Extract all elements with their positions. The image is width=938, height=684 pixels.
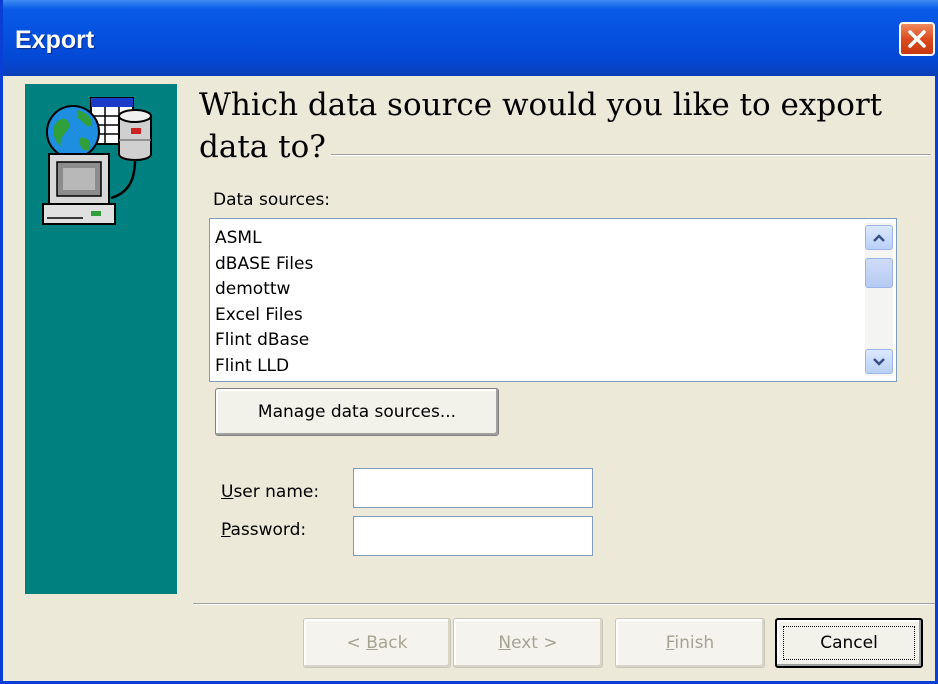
user-name-accel: U [221,482,234,502]
back-button[interactable]: < Back [303,618,451,668]
data-sources-list: ASML dBASE Files demottw Excel Files Fli… [215,226,313,379]
data-sources-label: Data sources: [213,190,331,210]
scroll-thumb[interactable] [865,258,893,288]
password-accel: P [221,520,231,540]
list-item[interactable]: Flint dBase [215,328,313,354]
cancel-button[interactable]: Cancel [775,618,923,668]
scroll-down-button[interactable] [865,349,893,374]
chevron-up-icon [873,234,885,242]
finish-label: inish [674,633,715,653]
list-item[interactable]: demottw [215,277,313,303]
export-dialog: Export Which data source would you like … [0,0,938,684]
next-button[interactable]: Next > [453,618,603,668]
button-separator [193,603,935,605]
back-label: ack [377,633,408,653]
close-button[interactable] [899,22,935,56]
cancel-label: Cancel [820,633,878,653]
list-item[interactable]: Flint LLD [215,354,313,380]
window-title: Export [15,26,95,54]
back-prefix: < [346,633,367,653]
next-label: ext > [511,633,558,653]
finish-button[interactable]: Finish [615,618,765,668]
heading-divider [331,154,931,156]
data-sources-listbox[interactable]: ASML dBASE Files demottw Excel Files Fli… [209,218,897,382]
computer-network-database-icon [42,97,152,225]
user-name-label-text: ser name: [233,482,320,502]
user-name-input[interactable] [353,468,593,508]
password-label: Password: [221,520,306,540]
back-accel: B [366,633,378,653]
list-item[interactable]: Excel Files [215,303,313,329]
vertical-scrollbar[interactable] [865,223,893,376]
wizard-side-panel [25,84,177,594]
close-icon [908,30,926,48]
next-accel: N [498,633,512,653]
list-item[interactable]: dBASE Files [215,252,313,278]
title-bar[interactable]: Export [3,0,938,76]
manage-data-sources-button[interactable]: Manage data sources... [215,388,499,436]
scroll-up-button[interactable] [865,225,893,250]
list-item[interactable]: ASML [215,226,313,252]
password-label-text: assword: [230,520,307,540]
user-name-label: User name: [221,482,319,502]
password-input[interactable] [353,516,593,556]
chevron-down-icon [873,358,885,366]
